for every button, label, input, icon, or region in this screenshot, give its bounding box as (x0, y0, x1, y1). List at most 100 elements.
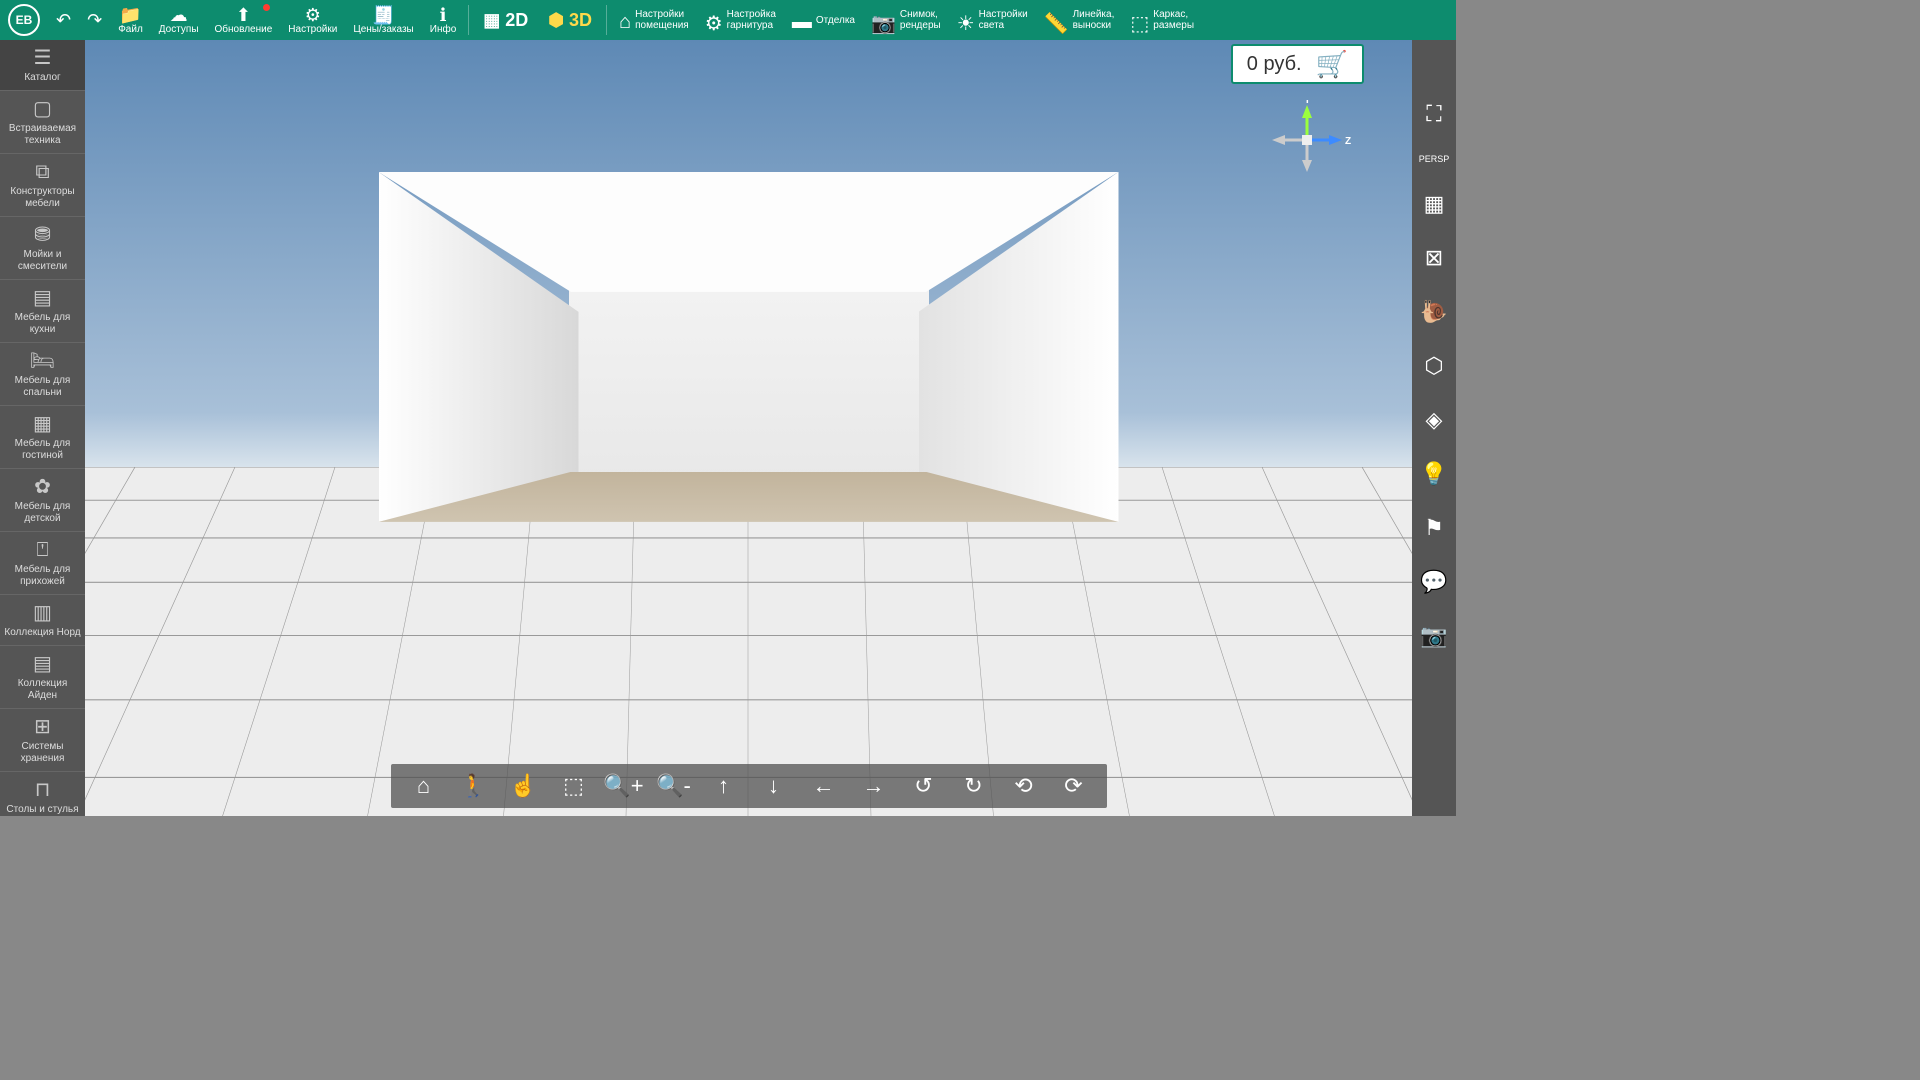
cube-3d-icon: ⬡ (1424, 353, 1443, 379)
view-2d-button[interactable]: ▦2D (473, 10, 538, 31)
notes-button[interactable]: 💬 (1420, 568, 1448, 596)
snap-button[interactable]: 🐌 (1420, 298, 1448, 326)
square-x-icon: ⊠ (1425, 245, 1443, 271)
pan-up-button[interactable]: ↑ (699, 764, 749, 808)
lighting-button[interactable]: 💡 (1420, 460, 1448, 488)
shelf-icon: ▦ (33, 412, 52, 436)
house-icon: ⌂ (619, 11, 631, 29)
home-view-button[interactable]: ⌂ (399, 764, 449, 808)
info-icon: ℹ (440, 6, 447, 24)
ruler-button[interactable]: 📏Линейка,выноски (1036, 0, 1123, 40)
ortho-button[interactable]: ⊠ (1420, 244, 1448, 272)
prices-button[interactable]: 🧾Цены/заказы (345, 0, 421, 40)
price-value: 0 руб. (1247, 53, 1302, 76)
room-settings-button[interactable]: ⌂Настройкипомещения (611, 0, 697, 40)
folder-icon: 📁 (119, 6, 141, 24)
axis-gizmo[interactable]: YZ (1262, 100, 1352, 180)
tilt-up-button[interactable]: ⟲ (999, 764, 1049, 808)
cube-icon: ⬢ (548, 10, 564, 31)
sidebar-storage[interactable]: ⊞Системы хранения (0, 709, 85, 772)
gear-icon: ⚙ (705, 11, 723, 29)
sidebar-hallway[interactable]: ⍞Мебель для прихожей (0, 532, 85, 595)
undo-button[interactable]: ↶ (48, 0, 79, 40)
info-button[interactable]: ℹИнфо (422, 0, 465, 40)
kitchen-icon: ▤ (33, 286, 52, 310)
sidebar-tables[interactable]: ⊓Столы и стулья (0, 772, 85, 816)
update-button[interactable]: ⬆Обновление (207, 0, 281, 40)
access-button[interactable]: ☁Доступы (151, 0, 207, 40)
box-icon: ⬚ (1130, 11, 1149, 29)
light-settings-button[interactable]: ☀Настройкисвета (949, 0, 1036, 40)
sidebar-catalog[interactable]: ☰Каталог (0, 40, 85, 91)
price-box[interactable]: 0 руб. 🛒 (1231, 44, 1364, 84)
table-icon: ⊓ (35, 778, 51, 802)
svg-text:Y: Y (1304, 100, 1311, 106)
screenshot-button[interactable]: 📷 (1420, 622, 1448, 650)
cart-icon[interactable]: 🛒 (1316, 49, 1348, 80)
bed-icon: 🛏 (30, 349, 55, 373)
collection-icon: ▤ (33, 652, 52, 676)
oven-icon: ▢ (33, 97, 52, 121)
orbit-right-button[interactable]: ↻ (949, 764, 999, 808)
finish-button[interactable]: ▬Отделка (784, 0, 863, 40)
grid-toggle-button[interactable]: ▦ (1420, 190, 1448, 218)
sidebar-nord[interactable]: ▥Коллекция Норд (0, 595, 85, 646)
marquee-icon: ⬚ (563, 773, 584, 799)
view-3d-button[interactable]: ⬢3D (538, 10, 602, 31)
sun-icon: ☀ (957, 11, 975, 29)
viewport-3d[interactable]: 0 руб. 🛒 YZ ⌂ 🚶 ☝ ⬚ 🔍+ 🔍- ↑ ↓ ← → ↺ ↻ ⟲ … (85, 40, 1412, 816)
ruler-icon: 📏 (1044, 11, 1069, 29)
sink-icon: ⛃ (34, 223, 51, 247)
dimensions-button[interactable]: ⚑ (1420, 514, 1448, 542)
hanger-icon: ⍞ (37, 538, 49, 562)
furniture-settings-button[interactable]: ⚙Настройкагарнитура (697, 0, 784, 40)
pan-left-button[interactable]: ← (799, 764, 849, 808)
touch-button[interactable]: ☝ (499, 764, 549, 808)
sidebar-kids[interactable]: ✿Мебель для детской (0, 469, 85, 532)
gear-icon: ⚙ (305, 6, 321, 24)
arrow-up-icon: ↑ (718, 773, 729, 799)
sidebar-appliances[interactable]: ▢Встраиваемая техника (0, 91, 85, 154)
file-button[interactable]: 📁Файл (110, 0, 151, 40)
sidebar-bedroom[interactable]: 🛏Мебель для спальни (0, 343, 85, 406)
cloud-icon: ☁ (170, 6, 188, 24)
wireframe-button[interactable]: ⬚Каркас,размеры (1122, 0, 1202, 40)
fullscreen-icon: ⛶ (1426, 101, 1441, 127)
top-toolbar: EB ↶ ↷ 📁Файл ☁Доступы ⬆Обновление ⚙Настр… (0, 0, 1456, 40)
rotate-right-icon: ↻ (964, 773, 982, 799)
walk-icon: 🚶 (460, 773, 487, 799)
hand-icon: ☝ (510, 773, 537, 799)
isometric-button[interactable]: ⬡ (1420, 352, 1448, 380)
app-logo[interactable]: EB (8, 4, 40, 36)
fullscreen-button[interactable]: ⛶ (1420, 100, 1448, 128)
sidebar-living[interactable]: ▦Мебель для гостиной (0, 406, 85, 469)
sidebar-aiden[interactable]: ▤Коллекция Айден (0, 646, 85, 709)
select-area-button[interactable]: ⬚ (549, 764, 599, 808)
zoom-out-button[interactable]: 🔍- (649, 764, 699, 808)
room-3d (379, 172, 1119, 522)
tilt-down-icon: ⟳ (1064, 773, 1082, 799)
redo-button[interactable]: ↷ (79, 0, 110, 40)
pan-down-button[interactable]: ↓ (749, 764, 799, 808)
grid-icon: ▦ (483, 10, 500, 31)
storage-icon: ⊞ (34, 715, 51, 739)
camera-icon: 📷 (871, 11, 896, 29)
solid-button[interactable]: ◈ (1420, 406, 1448, 434)
zoom-in-icon: 🔍+ (603, 773, 643, 799)
walk-button[interactable]: 🚶 (449, 764, 499, 808)
sidebar-constructors[interactable]: ⧉Конструкторы мебели (0, 154, 85, 217)
settings-button[interactable]: ⚙Настройки (280, 0, 345, 40)
sidebar-sinks[interactable]: ⛃Мойки и смесители (0, 217, 85, 280)
grid-icon: ▦ (1424, 191, 1445, 217)
orbit-left-button[interactable]: ↺ (899, 764, 949, 808)
perspective-label[interactable]: PERSP (1419, 154, 1450, 164)
zoom-in-button[interactable]: 🔍+ (599, 764, 649, 808)
sidebar-kitchen[interactable]: ▤Мебель для кухни (0, 280, 85, 343)
pan-right-button[interactable]: → (849, 764, 899, 808)
snapshot-button[interactable]: 📷Снимок,рендеры (863, 0, 949, 40)
tilt-down-button[interactable]: ⟳ (1049, 764, 1099, 808)
home-icon: ⌂ (417, 773, 430, 799)
bulb-icon: 💡 (1420, 461, 1447, 487)
list-icon: ☰ (34, 46, 52, 70)
camera-icon: 📷 (1420, 623, 1447, 649)
